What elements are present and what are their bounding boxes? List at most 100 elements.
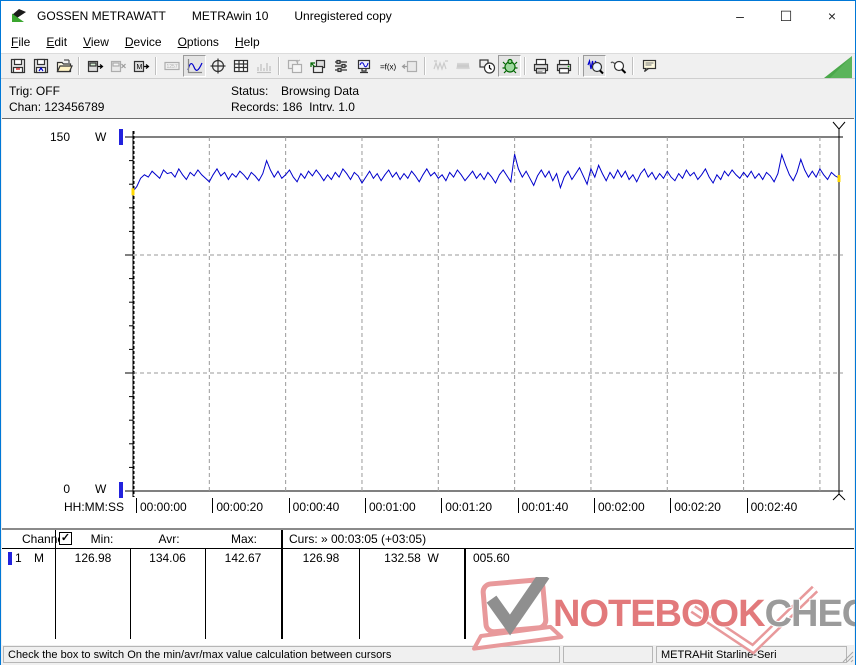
svg-text:M: M <box>136 64 142 71</box>
x-tick-label: 00:01:40 <box>522 500 569 514</box>
toolbar: M 1257 =f(x) <box>1 53 855 79</box>
max-value: 142.67 <box>207 551 279 565</box>
notebookcheck-logo: NOTEBOOKCHECK <box>469 577 855 655</box>
numeric-display-icon[interactable]: 1257 <box>160 55 183 77</box>
cursor2-unit: W <box>428 551 439 565</box>
cursor-header-label: Curs: » 00:03:05 (+03:05) <box>289 532 426 546</box>
minimize-button[interactable]: – <box>717 1 763 31</box>
table-divider <box>130 549 131 639</box>
cursor2-top-marker <box>833 122 839 129</box>
minmax-checkbox[interactable]: ✓ <box>59 532 72 545</box>
power-trace <box>133 154 839 191</box>
bar-view-icon[interactable] <box>252 55 275 77</box>
table-divider <box>359 549 360 639</box>
title-product-name: METRAwin 10 <box>192 9 268 23</box>
extra-value: 005.60 <box>473 551 510 565</box>
maximize-button[interactable]: ☐ <box>763 1 809 31</box>
svg-text:=f(x): =f(x) <box>380 63 396 72</box>
min-header-label: Min: <box>74 532 130 546</box>
cursor-intersection-marker <box>132 188 135 195</box>
x-tick-label: 00:02:20 <box>674 500 721 514</box>
avr-header-label: Avr: <box>133 532 205 546</box>
toolbar-separator <box>524 57 526 75</box>
export-window-icon[interactable] <box>283 55 306 77</box>
records-value: 186 <box>282 100 302 114</box>
cursor2-bottom-marker <box>839 494 845 500</box>
save-as-icon[interactable] <box>29 55 52 77</box>
x-tick-label: 00:01:00 <box>369 500 416 514</box>
y-axis-min-label: 0 <box>32 482 70 496</box>
toolbar-separator <box>632 57 634 75</box>
waveform-fine-icon[interactable] <box>452 55 475 77</box>
device-stop-icon[interactable] <box>106 55 129 77</box>
device-return-icon[interactable] <box>398 55 421 77</box>
avr-value: 134.06 <box>132 551 203 565</box>
live-record-icon[interactable] <box>498 55 521 77</box>
channel-row-marker <box>8 552 12 565</box>
channel-mode: M <box>34 551 44 565</box>
menu-item-device[interactable]: Device <box>117 32 170 52</box>
close-button[interactable]: × <box>809 1 855 31</box>
cursor2-bottom-marker <box>833 494 839 500</box>
print-icon[interactable] <box>552 55 575 77</box>
x-tick <box>670 498 671 513</box>
table-view-icon[interactable] <box>229 55 252 77</box>
chan-label: Chan: <box>9 99 41 115</box>
x-tick-label: 00:02:40 <box>751 500 798 514</box>
title-app-name: GOSSEN METRAWATT <box>37 9 166 23</box>
x-tick <box>365 498 366 513</box>
channel-marker-top <box>119 129 123 145</box>
cursor1-value: 126.98 <box>285 551 357 565</box>
waveform-coarse-icon[interactable] <box>429 55 452 77</box>
x-tick <box>289 498 290 513</box>
menu-item-options[interactable]: Options <box>170 32 227 52</box>
y-axis-unit-top: W <box>95 130 106 144</box>
annotation-icon[interactable] <box>637 55 660 77</box>
cursor-intersection-marker <box>838 175 841 182</box>
toolbar-separator <box>78 57 80 75</box>
x-tick-label: 00:00:00 <box>140 500 187 514</box>
x-tick-label: 00:02:00 <box>598 500 645 514</box>
chart-canvas[interactable] <box>2 119 854 529</box>
channel-number: 1 <box>15 551 22 565</box>
monitor-icon[interactable] <box>352 55 375 77</box>
device-transfer-icon[interactable] <box>306 55 329 77</box>
chart-view-icon[interactable] <box>183 55 206 77</box>
menu-bar: FileEditViewDeviceOptionsHelp <box>1 31 855 53</box>
toolbar-separator <box>155 57 157 75</box>
menu-item-view[interactable]: View <box>75 32 117 52</box>
menu-item-edit[interactable]: Edit <box>38 32 75 52</box>
timer-icon[interactable] <box>475 55 498 77</box>
status-triangle-icon <box>824 56 852 78</box>
table-divider <box>281 530 283 639</box>
save-icon[interactable] <box>6 55 29 77</box>
menu-item-file[interactable]: File <box>3 32 38 52</box>
zoom-icon[interactable] <box>606 55 629 77</box>
trig-label: Trig: <box>9 83 33 99</box>
channel-settings-icon[interactable] <box>329 55 352 77</box>
formula-icon[interactable]: =f(x) <box>375 55 398 77</box>
device-memory-icon[interactable]: M <box>129 55 152 77</box>
toolbar-separator <box>578 57 580 75</box>
y-axis-max-label: 150 <box>32 130 70 144</box>
max-header-label: Max: <box>208 532 280 546</box>
open-folder-icon[interactable] <box>52 55 75 77</box>
x-tick <box>518 498 519 513</box>
xy-view-icon[interactable] <box>206 55 229 77</box>
toolbar-separator <box>424 57 426 75</box>
status-label: Status: <box>231 83 281 99</box>
interval-label: Intrv. <box>309 100 335 114</box>
records-label: Records: <box>231 100 279 114</box>
trig-value: OFF <box>36 84 60 98</box>
table-divider <box>464 549 466 639</box>
print-preview-icon[interactable] <box>529 55 552 77</box>
device-read-icon[interactable] <box>83 55 106 77</box>
x-tick <box>747 498 748 513</box>
zoom-curve-icon[interactable] <box>583 55 606 77</box>
menu-item-help[interactable]: Help <box>227 32 268 52</box>
x-tick <box>594 498 595 513</box>
svg-text:NOTEBOOKCHECK: NOTEBOOKCHECK <box>553 593 855 635</box>
channel-marker-bottom <box>119 482 123 498</box>
x-tick <box>136 498 137 513</box>
x-tick <box>212 498 213 513</box>
